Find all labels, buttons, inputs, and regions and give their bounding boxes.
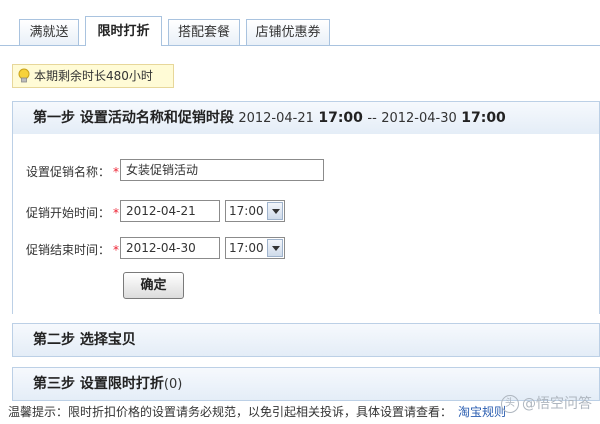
step1-end-date: 2012-04-30 — [381, 111, 457, 126]
tab-bar: 满就送 限时打折 搭配套餐 店铺优惠券 — [0, 0, 600, 46]
required-mark: * — [113, 165, 120, 179]
required-mark: * — [113, 206, 120, 220]
lightbulb-icon — [18, 68, 30, 83]
rules-link[interactable]: 淘宝规则 — [458, 405, 506, 419]
end-time-select[interactable]: 17:00 — [225, 237, 285, 259]
step2-header[interactable]: 第二步 选择宝贝 — [12, 323, 600, 357]
chevron-down-icon[interactable] — [267, 202, 283, 220]
tab-shop-coupon[interactable]: 店铺优惠券 — [246, 19, 330, 45]
footer-tip: 温馨提示：限时折扣价格的设置请务必规范，以免引起相关投诉，具体设置请查看： 淘宝规… — [8, 405, 507, 419]
step1-start-date: 2012-04-21 — [238, 111, 314, 126]
start-time-select[interactable]: 17:00 — [225, 200, 285, 222]
tab-full-reduction[interactable]: 满就送 — [19, 19, 79, 45]
step1-end-time: 17:00 — [461, 110, 506, 126]
chevron-down-icon[interactable] — [267, 239, 283, 257]
promo-name-input[interactable]: 女装促销活动 — [120, 159, 324, 181]
end-date-input[interactable]: 2012-04-30 — [120, 237, 220, 259]
watermark: 头 @悟空问答 — [501, 393, 592, 413]
end-time-label: 促销结束时间： * — [26, 243, 120, 257]
start-time-label: 促销开始时间： * — [26, 206, 120, 220]
remaining-time-text: 本期剩余时长480小时 — [34, 69, 153, 83]
step1-start-time: 17:00 — [318, 110, 363, 126]
required-mark: * — [113, 243, 120, 257]
remaining-time-notice: 本期剩余时长480小时 — [12, 64, 174, 88]
step1-header: 第一步 设置活动名称和促销时段 2012-04-21 17:00 -- 2012… — [12, 101, 600, 135]
step1-title: 第一步 设置活动名称和促销时段 — [33, 110, 234, 126]
tab-limited-discount[interactable]: 限时打折 — [85, 16, 162, 46]
step2-title: 第二步 选择宝贝 — [33, 332, 136, 348]
step3-count: (0) — [163, 377, 183, 392]
confirm-button[interactable]: 确定 — [123, 272, 184, 299]
step3-title: 第三步 设置限时打折 — [33, 376, 164, 392]
start-date-input[interactable]: 2012-04-21 — [120, 200, 220, 222]
step1-separator: -- — [367, 111, 377, 126]
tab-combo-package[interactable]: 搭配套餐 — [168, 19, 240, 45]
promo-name-label: 设置促销名称： * — [26, 165, 120, 179]
watermark-logo-icon: 头 — [501, 395, 519, 413]
